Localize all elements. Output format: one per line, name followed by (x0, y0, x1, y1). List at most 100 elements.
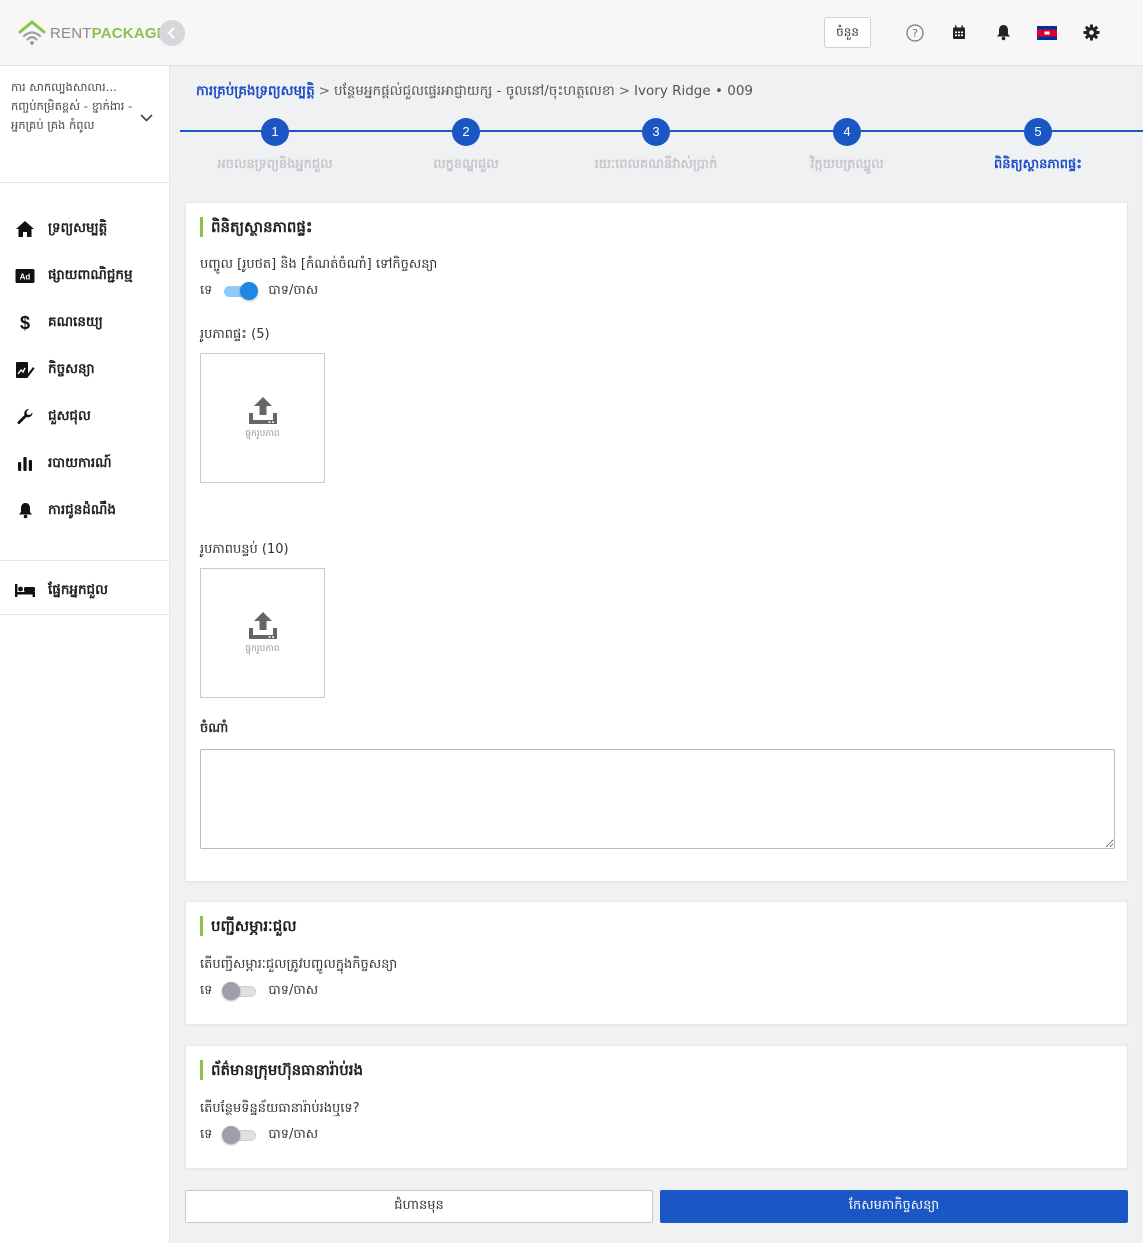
sidebar-item-label: កិច្ចសន្យា (48, 360, 95, 377)
collapse-sidebar-button[interactable] (159, 20, 185, 46)
step-number: 1 (261, 118, 289, 146)
sidebar-item-tenants[interactable]: ផ្នែកអ្នកជួល (0, 567, 169, 614)
dashboard-button[interactable]: ចំនួន (824, 17, 871, 48)
room-photos-upload[interactable]: ផ្ទុករូបភាព (200, 568, 325, 698)
insurance-card: ព័ត៌មានក្រុមហ៊ុនធានារ៉ាប់រង តើបន្ថែមទិន្… (185, 1045, 1128, 1169)
property-selector-label: ការ សាកល្បងសាលារ... កញ្ចប់កម្រិតខ្ពស់ - … (11, 80, 133, 132)
bar-chart-icon (14, 453, 36, 475)
step-label: លក្ខខណ្ឌជួល (433, 157, 499, 172)
logo-text-rent: RENT (50, 24, 92, 42)
chevron-down-icon (140, 114, 153, 122)
help-circle-icon: ? (906, 23, 924, 42)
house-photos-label: រូបភាពផ្ទះ (5) (200, 326, 1127, 345)
room-photos-text: រូបភាពបន្ទប់ (200, 542, 258, 557)
step-number: 3 (642, 118, 670, 146)
inventory-card: បញ្ជីសម្ភារៈជួល តើបញ្ជីសម្ភារៈជួលត្រូវបញ… (185, 901, 1128, 1025)
inspection-card: ពិនិត្យស្ថានភាពផ្ទះ បញ្ចូល [រូបថត] និង [… (185, 202, 1128, 882)
notifications-button[interactable] (981, 17, 1025, 48)
upload-icon (248, 396, 277, 424)
toggle-yes-label: បាទ/ចាស (268, 982, 319, 998)
include-photos-switch[interactable] (222, 281, 259, 301)
sidebar-item-label: ជួសជុល (48, 407, 91, 424)
room-photos-count: (10) (261, 542, 289, 557)
breadcrumb-current: Ivory Ridge • 009 (634, 83, 753, 99)
upload-icon (248, 611, 277, 639)
house-photos-upload[interactable]: ផ្ទុករូបភាព (200, 353, 325, 483)
chevron-left-icon (167, 27, 175, 39)
step-number: 2 (452, 118, 480, 146)
settings-button[interactable] (1069, 17, 1113, 48)
notes-label: ចំណាំ (200, 721, 229, 736)
sidebar-item-label: ទ្រព្យសម្បត្តិ (48, 219, 108, 236)
sidebar-nav: ទ្រព្យសម្បត្តិ Ad ផ្សាយពាណិជ្ជកម្ម $ គណន… (0, 183, 169, 615)
sidebar-item-properties[interactable]: ទ្រព្យសម្បត្តិ (0, 205, 169, 252)
insurance-switch[interactable] (222, 1125, 258, 1145)
toggle-no-label: ទេ (200, 982, 213, 998)
breadcrumb: ការគ្រប់គ្រងទ្រព្យសម្បត្តិ > បន្ថែមអ្នកផ្ត… (196, 82, 753, 102)
step-label: វិក្កយបត្រឈ្នួល (810, 157, 884, 172)
include-photos-toggle-row: ទេ បាទ/ចាស (200, 281, 1127, 301)
sidebar-item-accounting[interactable]: $ គណនេយ្យ (0, 299, 169, 346)
sidebar-item-label: ការជូនដំណឹង (48, 501, 116, 518)
action-buttons: ជំហានមុន កែសមភាកិច្ចសន្យា (185, 1190, 1128, 1223)
bell-icon (14, 500, 36, 522)
step-3[interactable]: 3 រយៈពេលគណនីវាស់ប្រាក់ (566, 118, 746, 175)
inventory-title: បញ្ជីសម្ភារៈជួល (200, 916, 1127, 936)
include-photos-label: បញ្ចូល [រូបថត] និង [កំណត់ចំណាំ] ទៅកិច្ចស… (200, 257, 438, 272)
calendar-icon (953, 25, 965, 39)
step-label: ពិនិត្យស្ថានភាពផ្ទះ (994, 157, 1082, 172)
property-selector[interactable]: ការ សាកល្បងសាលារ... កញ្ចប់កម្រិតខ្ពស់ - … (0, 66, 169, 183)
inventory-toggle-row: ទេ បាទ/ចាស (200, 981, 1127, 1001)
dollar-icon: $ (14, 312, 36, 334)
calendar-button[interactable] (937, 17, 981, 48)
notes-textarea[interactable] (200, 749, 1115, 849)
step-5[interactable]: 5 ពិនិត្យស្ថានភាពផ្ទះ (948, 118, 1128, 175)
ad-icon: Ad (14, 265, 36, 287)
bell-icon (996, 25, 1010, 41)
language-button[interactable] (1025, 17, 1069, 48)
step-label: រយៈពេលគណនីវាស់ប្រាក់ (594, 157, 718, 172)
gear-icon (1083, 24, 1099, 41)
stepper: 1 អចលនទ្រព្យនិងអ្នកជួល 2 លក្ខខណ្ឌជួល 3 រ… (180, 118, 1143, 178)
sidebar-item-maintenance[interactable]: ជួសជុល (0, 393, 169, 440)
wifi-house-icon (18, 20, 46, 46)
logo-text-package: PACKAGE (91, 24, 167, 42)
sidebar-item-reports[interactable]: របាយការណ៍ (0, 440, 169, 487)
sidebar-item-label: គណនេយ្យ (48, 313, 103, 330)
svg-text:Ad: Ad (20, 272, 31, 281)
sidebar-item-advertising[interactable]: Ad ផ្សាយពាណិជ្ជកម្ម (0, 252, 169, 299)
step-label: អចលនទ្រព្យនិងអ្នកជួល (217, 157, 333, 172)
upload-text: ផ្ទុករូបភាព (245, 643, 280, 654)
sidebar-divider (0, 614, 169, 615)
breadcrumb-separator: > (318, 83, 330, 99)
svg-text:?: ? (912, 27, 918, 40)
inspection-title: ពិនិត្យស្ថានភាពផ្ទះ (200, 217, 1127, 237)
help-button[interactable]: ? (893, 17, 937, 48)
sidebar-item-label: ផ្នែកអ្នកជួល (48, 581, 108, 598)
bed-icon (14, 580, 36, 602)
sidebar-item-notifications[interactable]: ការជូនដំណឹង (0, 487, 169, 534)
breadcrumb-root-link[interactable]: ការគ្រប់គ្រងទ្រព្យសម្បត្តិ (196, 83, 315, 99)
house-photos-count: (5) (251, 327, 270, 342)
breadcrumb-separator: > (618, 83, 631, 99)
finish-contract-button[interactable]: កែសមភាកិច្ចសន្យា (660, 1190, 1128, 1223)
logo[interactable]: RENTPACKAGE (18, 20, 167, 46)
sidebar-item-contracts[interactable]: កិច្ចសន្យា (0, 346, 169, 393)
step-4[interactable]: 4 វិក្កយបត្រឈ្នួល (757, 118, 937, 175)
cambodia-flag-icon (1037, 25, 1057, 40)
breadcrumb-middle: បន្ថែមអ្នកផ្តល់ជួលផ្ទេរអាជ្ញាយក្ស - ចូលន… (333, 83, 615, 99)
sidebar-item-label: ផ្សាយពាណិជ្ជកម្ម (48, 266, 133, 283)
insurance-toggle-row: ទេ បាទ/ចាស (200, 1125, 1127, 1145)
sidebar-divider (0, 560, 169, 561)
house-photos-text: រូបភាពផ្ទះ (200, 327, 247, 342)
toggle-yes-label: បាទ/ចាស (268, 1126, 319, 1142)
step-number: 5 (1024, 118, 1052, 146)
step-1[interactable]: 1 អចលនទ្រព្យនិងអ្នកជួល (185, 118, 365, 175)
step-2[interactable]: 2 លក្ខខណ្ឌជួល (376, 118, 556, 175)
insurance-title: ព័ត៌មានក្រុមហ៊ុនធានារ៉ាប់រង (200, 1060, 1127, 1080)
sidebar-item-label: របាយការណ៍ (48, 454, 112, 471)
inventory-switch[interactable] (222, 981, 258, 1001)
previous-step-button[interactable]: ជំហានមុន (185, 1190, 653, 1223)
wrench-icon (14, 406, 36, 428)
upload-text: ផ្ទុករូបភាព (245, 428, 280, 439)
